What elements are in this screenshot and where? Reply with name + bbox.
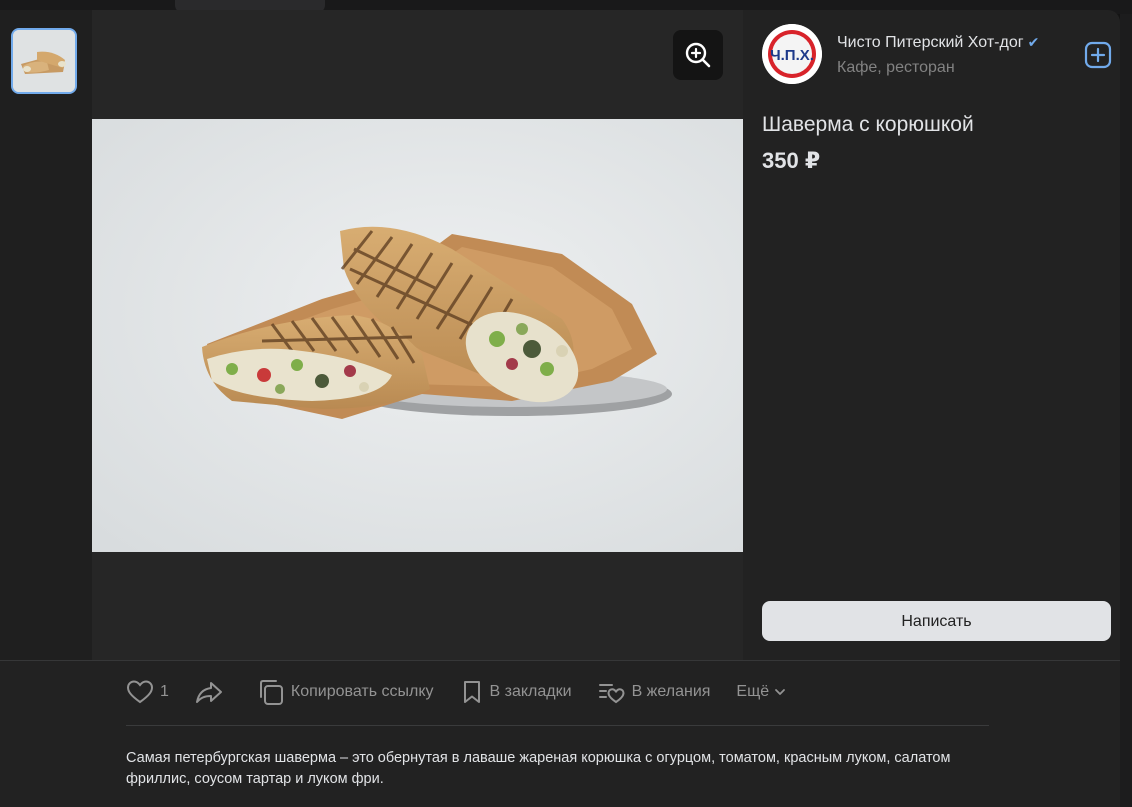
more-button[interactable]: Ещё bbox=[736, 683, 787, 701]
wishlist-button[interactable]: В желания bbox=[598, 679, 711, 705]
shop-name[interactable]: Чисто Питерский Хот-дог ✔ bbox=[837, 34, 1039, 52]
like-count: 1 bbox=[160, 683, 169, 700]
product-info-panel: Ч.П.Х. Чисто Питерский Хот-дог ✔ Кафе, ре… bbox=[743, 10, 1120, 660]
like-button[interactable]: 1 bbox=[126, 679, 169, 705]
zoom-in-icon bbox=[685, 42, 711, 68]
product-modal: Ч.П.Х. Чисто Питерский Хот-дог ✔ Кафе, ре… bbox=[0, 10, 1120, 807]
add-icon[interactable] bbox=[1084, 41, 1112, 69]
product-price: 350 ₽ bbox=[762, 148, 821, 173]
thumbnail-strip bbox=[0, 10, 92, 660]
more-label: Ещё bbox=[736, 683, 770, 700]
shop-name-text[interactable]: Чисто Питерский Хот-дог bbox=[837, 34, 1024, 51]
svg-text:Ч.П.Х.: Ч.П.Х. bbox=[770, 47, 814, 64]
product-thumbnail[interactable] bbox=[11, 28, 77, 94]
shop-avatar[interactable]: Ч.П.Х. bbox=[762, 24, 822, 84]
product-description: Самая петербургская шаверма – это оберну… bbox=[126, 750, 951, 787]
product-title: Шаверма с корюшкой bbox=[762, 113, 974, 136]
chevron-down-icon bbox=[775, 689, 786, 695]
share-icon bbox=[195, 682, 222, 703]
shop-category: Кафе, ресторан bbox=[837, 59, 955, 76]
product-photo bbox=[92, 119, 743, 552]
write-button[interactable]: Написать bbox=[762, 601, 1111, 641]
verified-icon: ✔ bbox=[1027, 34, 1040, 50]
copy-link-button[interactable]: Копировать ссылку bbox=[257, 678, 434, 706]
wishlist-icon bbox=[598, 684, 625, 704]
wishlist-label: В желания bbox=[631, 683, 711, 700]
actions-bar: 1 Копировать ссылку В закладки В желания… bbox=[126, 676, 787, 708]
description-divider bbox=[126, 725, 989, 726]
share-button[interactable] bbox=[195, 679, 223, 705]
copy-icon bbox=[259, 680, 283, 705]
divider bbox=[0, 660, 1120, 661]
background-page-strip bbox=[1120, 14, 1132, 807]
heart-icon bbox=[126, 680, 154, 704]
bookmark-button[interactable]: В закладки bbox=[460, 679, 572, 705]
bookmark-label: В закладки bbox=[489, 683, 572, 700]
bookmark-icon bbox=[463, 681, 480, 703]
photo-viewer bbox=[92, 10, 743, 660]
zoom-button[interactable] bbox=[673, 30, 723, 80]
copy-link-label: Копировать ссылку bbox=[290, 683, 434, 700]
